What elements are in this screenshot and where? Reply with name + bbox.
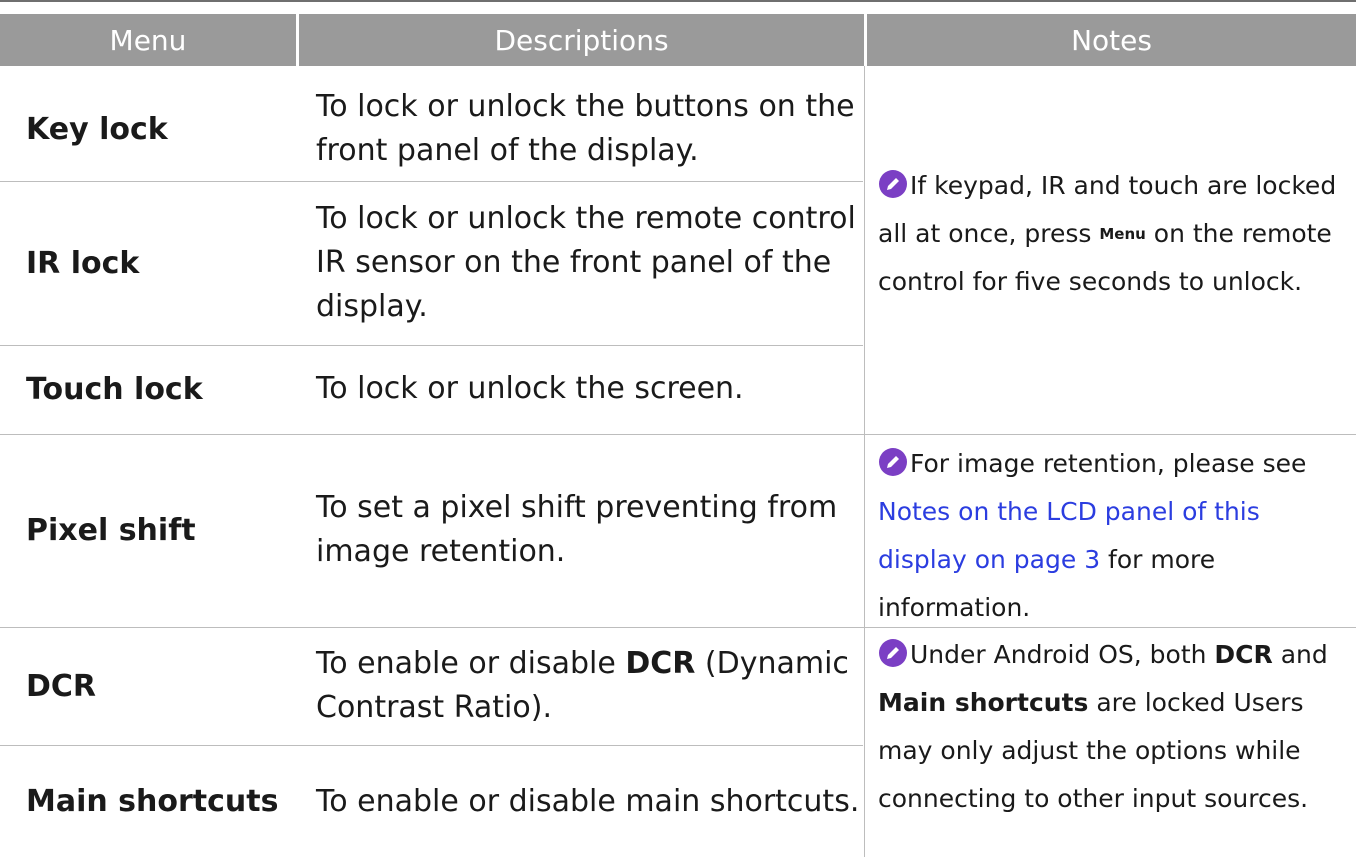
desc-key-lock: To lock or unlock the buttons on the fro…: [316, 89, 855, 168]
pencil-note-icon: [878, 167, 908, 198]
desc-pixel-shift: To set a pixel shift preventing from ima…: [316, 490, 838, 569]
table-header: Menu Descriptions Notes: [0, 14, 1356, 66]
menu-main-shortcuts: Main shortcuts: [26, 784, 279, 819]
header-descriptions: Descriptions: [299, 14, 864, 66]
pencil-note-icon: [878, 636, 908, 667]
desc-dcr: To enable or disable DCR (Dynamic Contra…: [316, 628, 861, 744]
menu-pixel-shift: Pixel shift: [26, 512, 196, 548]
header-menu: Menu: [0, 14, 296, 66]
column-divider: [864, 66, 865, 857]
desc-dcr-bold: DCR: [625, 646, 696, 681]
menu-dcr: DCR: [26, 668, 97, 704]
desc-ir-lock: To lock or unlock the remote control IR …: [316, 201, 856, 324]
note-pixel-shift: For image retention, please see Notes on…: [878, 440, 1354, 632]
note-lock-key: Menu: [1099, 225, 1146, 243]
pencil-note-icon: [878, 445, 908, 476]
desc-touch-lock: To lock or unlock the screen.: [316, 371, 744, 406]
note-dcr-pre: Under Android OS, both: [910, 640, 1215, 669]
desc-dcr-pre: To enable or disable: [316, 646, 626, 681]
note-dcr: Under Android OS, both DCR and Main shor…: [878, 631, 1354, 823]
note-lock: If keypad, IR and touch are locked all a…: [878, 162, 1354, 306]
note-pixel-pre: For image retention, please see: [910, 449, 1307, 478]
top-rule: [0, 0, 1356, 2]
note-dcr-bold-2: Main shortcuts: [878, 688, 1089, 717]
header-notes: Notes: [867, 14, 1356, 66]
menu-ir-lock: IR lock: [26, 245, 140, 281]
menu-key-lock: Key lock: [26, 111, 168, 147]
desc-main-shortcuts: To enable or disable main shortcuts.: [316, 783, 860, 819]
note-dcr-mid: and: [1272, 640, 1328, 669]
menu-touch-lock: Touch lock: [26, 371, 203, 407]
note-dcr-bold-1: DCR: [1214, 640, 1273, 669]
